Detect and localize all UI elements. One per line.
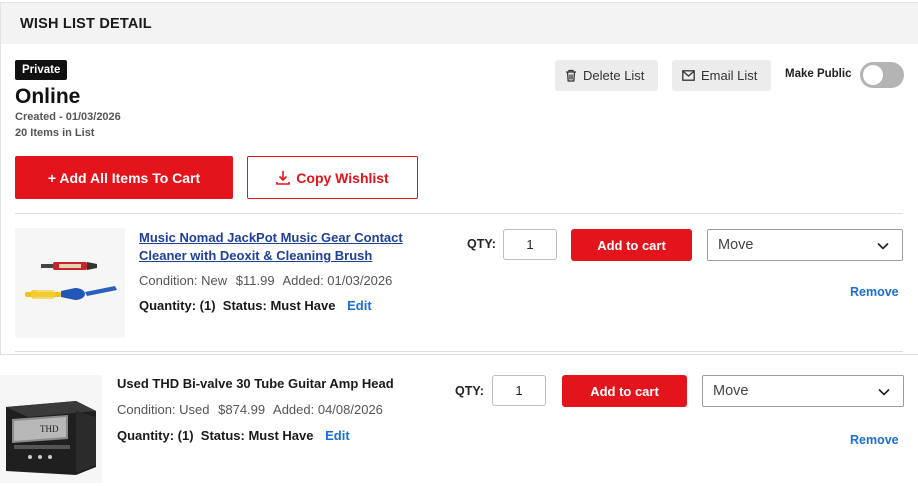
make-public-toggle[interactable] <box>860 62 904 88</box>
copy-wishlist-button[interactable]: Copy Wishlist <box>247 156 418 199</box>
email-list-button[interactable]: Email List <box>672 60 771 91</box>
download-icon <box>276 171 291 185</box>
add-all-to-cart-button[interactable]: + Add All Items To Cart <box>15 156 233 199</box>
privacy-badge: Private <box>15 60 68 80</box>
quantity-input[interactable]: 1 <box>492 375 546 406</box>
toggle-knob <box>863 65 883 85</box>
make-public-label: Make Public <box>785 68 852 80</box>
item-status: Status: Must Have <box>222 298 336 313</box>
panel-header: WISH LIST DETAIL <box>0 2 918 44</box>
trash-icon <box>566 69 576 82</box>
copy-wishlist-label: Copy Wishlist <box>296 169 389 186</box>
svg-text:THD: THD <box>40 424 59 434</box>
item-added: Added: 04/08/2026 <box>273 402 383 417</box>
add-to-cart-button[interactable]: Add to cart <box>562 375 687 407</box>
add-to-cart-button[interactable]: Add to cart <box>571 229 692 261</box>
item-added: Added: 01/03/2026 <box>282 273 393 288</box>
delete-list-button[interactable]: Delete List <box>555 60 658 91</box>
item-price: $874.99 <box>218 402 266 417</box>
edit-link[interactable]: Edit <box>325 428 350 443</box>
move-select-value: Move <box>713 383 749 399</box>
list-name: Online <box>15 85 81 108</box>
item-price: $11.99 <box>235 273 275 288</box>
item-quantity-status: Quantity: (1) Status: Must Have Edit <box>139 298 372 313</box>
chevron-down-icon <box>877 242 889 250</box>
item-quantity: Quantity: (1) <box>139 298 216 313</box>
item-condition: Condition: Used <box>117 402 210 417</box>
move-select-value: Move <box>718 237 754 253</box>
panel-border <box>0 2 1 354</box>
remove-link[interactable]: Remove <box>850 285 899 299</box>
item-status: Status: Must Have <box>200 428 314 443</box>
email-list-label: Email List <box>701 68 758 83</box>
item-details: Condition: New $11.99 Added: 01/03/2026 <box>139 273 397 288</box>
divider <box>15 213 903 214</box>
wishlist-detail-panel: WISH LIST DETAIL Private Online Created … <box>0 0 918 486</box>
created-date: Created - 01/03/2026 <box>15 111 121 123</box>
item-title-link[interactable]: Music Nomad JackPot Music Gear Contact C… <box>139 229 403 265</box>
quantity-input[interactable]: 1 <box>503 229 557 260</box>
item-title-line: Cleaner with Deoxit & Cleaning Brush <box>139 248 373 263</box>
remove-link[interactable]: Remove <box>850 433 899 447</box>
delete-list-label: Delete List <box>583 68 645 83</box>
item-thumbnail[interactable]: THD <box>0 375 102 483</box>
item-thumbnail[interactable] <box>15 228 125 338</box>
contact-cleaner-image <box>15 228 125 338</box>
move-select[interactable]: Move <box>707 229 903 261</box>
divider <box>15 351 903 352</box>
amp-head-image: THD <box>0 375 102 483</box>
item-details: Condition: Used $874.99 Added: 04/08/202… <box>117 402 388 417</box>
envelope-icon <box>682 70 695 81</box>
page-title: WISH LIST DETAIL <box>20 16 152 32</box>
divider <box>0 354 918 355</box>
item-count: 20 Items in List <box>15 127 95 139</box>
item-condition: Condition: New <box>139 273 228 288</box>
item-quantity: Quantity: (1) <box>117 428 194 443</box>
move-select[interactable]: Move <box>702 375 904 407</box>
edit-link[interactable]: Edit <box>347 298 372 313</box>
item-title-line: Music Nomad JackPot Music Gear Contact <box>139 230 403 245</box>
item-quantity-status: Quantity: (1) Status: Must Have Edit <box>117 428 350 443</box>
chevron-down-icon <box>878 388 890 396</box>
qty-label: QTY: <box>467 237 496 251</box>
qty-label: QTY: <box>455 384 484 398</box>
item-title[interactable]: Used THD Bi-valve 30 Tube Guitar Amp Hea… <box>117 375 394 393</box>
